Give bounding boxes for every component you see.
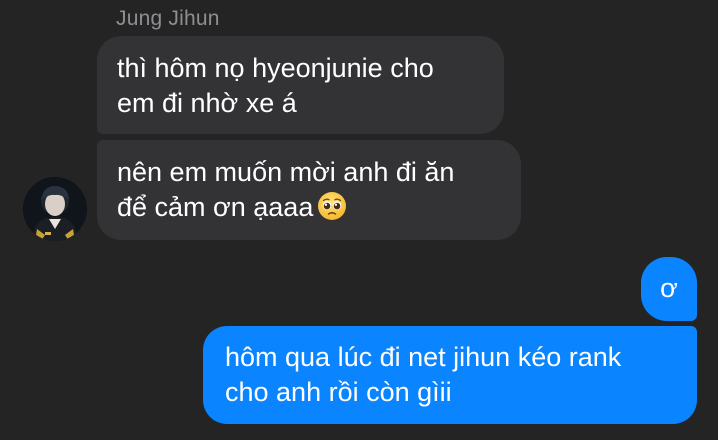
incoming-message-bubble[interactable]: nên em muốn mời anh đi ăn để cảm ơn ạaaa (97, 140, 521, 240)
outgoing-message-bubble[interactable]: hôm qua lúc đi net jihun kéo rank cho an… (203, 326, 697, 424)
contact-avatar[interactable] (23, 177, 87, 241)
message-line: hôm qua lúc đi net jihun kéo rank (225, 342, 622, 372)
message-line: nên em muốn mời anh đi ăn (117, 157, 455, 187)
message-line: ơ (660, 273, 678, 303)
pleading-face-emoji-icon (317, 191, 347, 230)
message-line: thì hôm nọ hyeonjunie cho (117, 53, 434, 83)
outgoing-message-bubble[interactable]: ơ (641, 257, 697, 321)
sender-name: Jung Jihun (116, 7, 220, 30)
message-line: cho anh rồi còn gìii (225, 377, 452, 407)
message-line: để cảm ơn ạaaa (117, 190, 503, 230)
incoming-message-bubble[interactable]: thì hôm nọ hyeonjunie cho em đi nhờ xe á (97, 36, 504, 134)
message-line-text: để cảm ơn ạaaa (117, 192, 314, 222)
message-line: em đi nhờ xe á (117, 88, 297, 118)
avatar-photo-icon (23, 177, 87, 241)
